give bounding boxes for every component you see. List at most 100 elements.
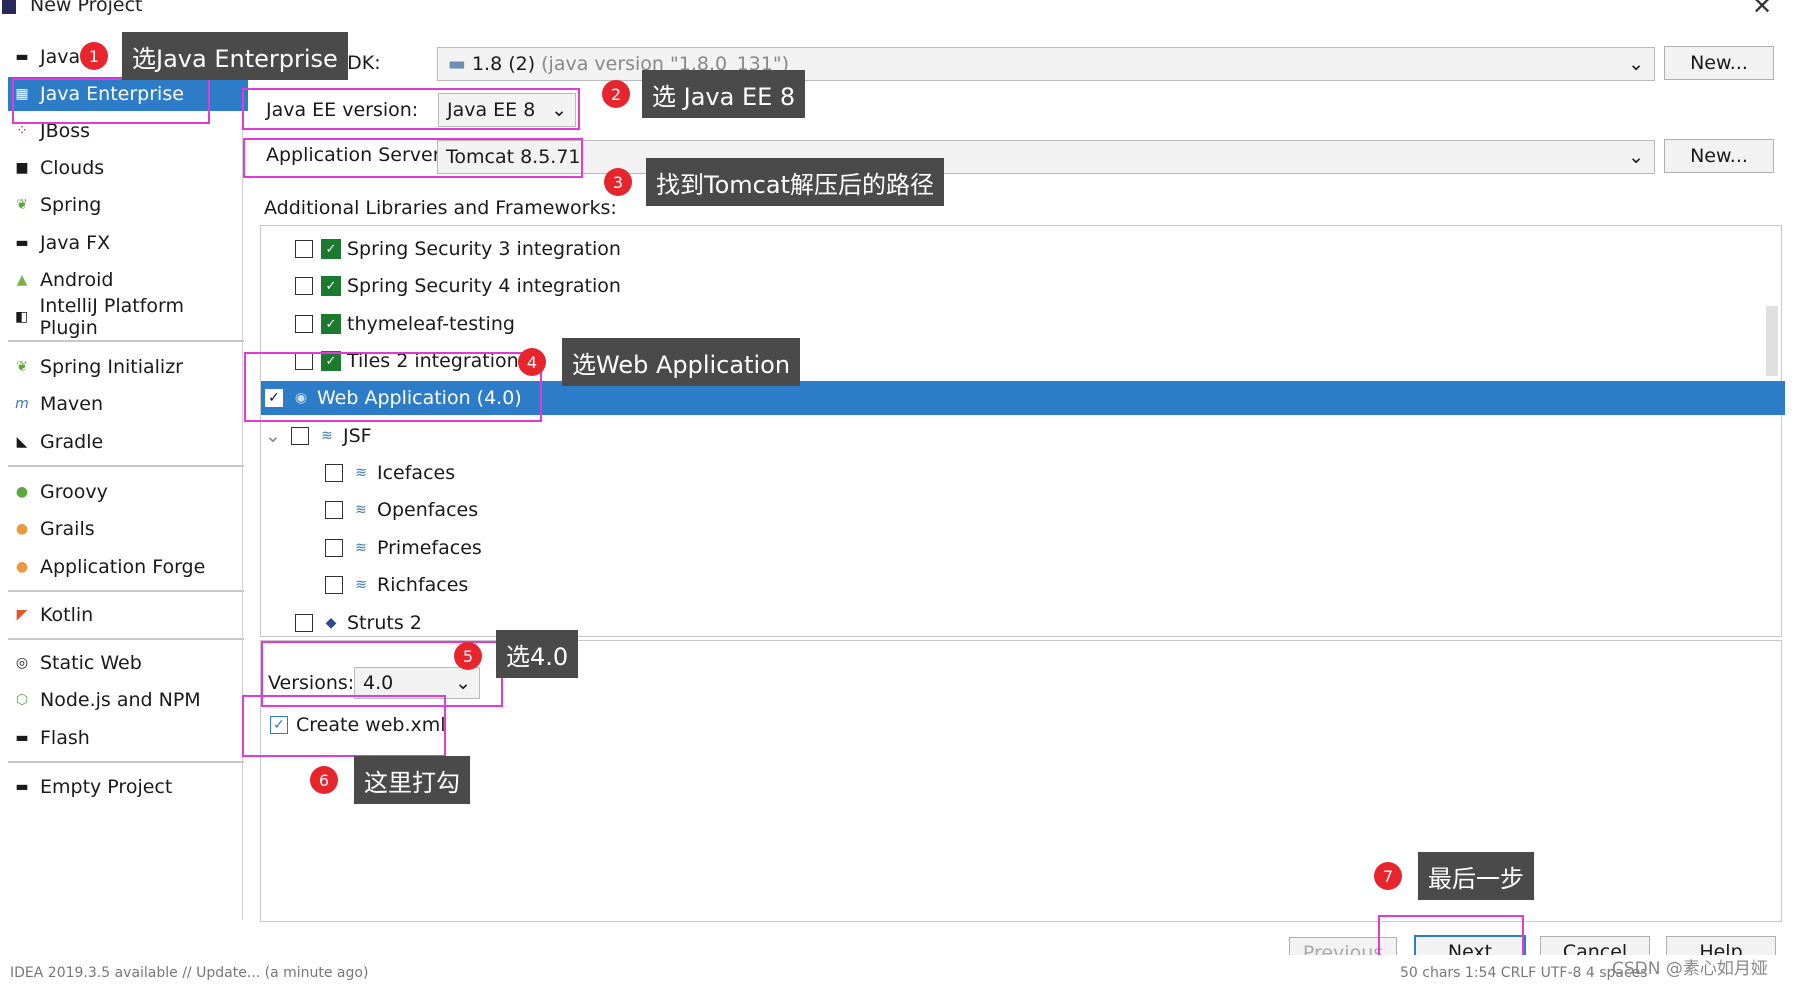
checkbox[interactable] (295, 277, 313, 295)
step-callout: 选4.0 (496, 630, 579, 678)
jsf-icon: ≋ (355, 502, 367, 518)
sidebar-item-application-forge[interactable]: ● Application Forge (12, 550, 244, 584)
sidebar-item-android[interactable]: ▲ Android (12, 263, 244, 297)
tree-item-spring-security-3[interactable]: ✓ Spring Security 3 integration (295, 232, 621, 266)
sidebar-item-grails[interactable]: ● Grails (12, 512, 244, 546)
folder-icon: ▬ (15, 49, 29, 65)
close-icon[interactable]: ✕ (1752, 0, 1772, 20)
intellij-logo-icon (2, 0, 16, 14)
sidebar-item-empty-project[interactable]: ▬ Empty Project (12, 770, 244, 804)
libraries-label: Additional Libraries and Frameworks: (264, 197, 617, 219)
sidebar-divider (8, 761, 244, 763)
tree-item-struts-2[interactable]: ◆ Struts 2 (295, 606, 422, 640)
step-callout: 最后一步 (1418, 852, 1534, 900)
project-type-sidebar: ▬ Java ▦ Java Enterprise ⁘ JBoss ■ Clouds ❦ S… (4, 40, 248, 920)
sidebar-item-clouds[interactable]: ■ Clouds (12, 151, 244, 185)
sidebar-item-intellij-plugin[interactable]: ◧ IntelliJ Platform Plugin (12, 295, 244, 339)
sidebar-item-groovy[interactable]: ● Groovy (12, 475, 244, 509)
step-badge: 1 (80, 42, 108, 70)
highlight-box (243, 138, 583, 178)
tree-item-richfaces[interactable]: ≋ Richfaces (325, 568, 468, 602)
spring-initializr-icon: ❦ (16, 359, 28, 375)
status-bar: IDEA 2019.3.5 available // Update... (a … (0, 955, 1798, 986)
groovy-icon: ● (15, 484, 29, 500)
highlight-box (242, 88, 580, 130)
status-right: 50 chars 1:54 CRLF UTF-8 4 spaces (1400, 965, 1648, 981)
struts-icon: ◆ (325, 615, 337, 631)
kotlin-icon: ◤ (16, 607, 28, 623)
sidebar-item-maven[interactable]: m Maven (12, 387, 244, 421)
sidebar-divider (8, 340, 244, 342)
step-callout: 找到Tomcat解压后的路径 (646, 158, 944, 206)
step-badge: 4 (518, 348, 546, 376)
folder-icon: ▬ (15, 779, 29, 795)
plugin-icon: ◧ (15, 309, 29, 325)
highlight-box (244, 352, 542, 422)
checkbox[interactable] (295, 614, 313, 632)
jsf-icon: ≋ (355, 540, 367, 556)
spring-check-icon: ✓ (321, 239, 341, 259)
app-server-new-button[interactable]: New... (1664, 139, 1774, 173)
spring-leaf-icon: ❦ (16, 197, 28, 213)
highlight-box (242, 695, 446, 757)
scrollbar[interactable] (1766, 306, 1778, 376)
folder-icon: ▬ (448, 53, 466, 75)
chevron-down-icon[interactable]: ⌄ (265, 425, 291, 447)
tree-item-icefaces[interactable]: ≋ Icefaces (325, 456, 455, 490)
gradle-icon: ◣ (16, 434, 28, 450)
sdk-dropdown[interactable]: ▬ 1.8 (2) (java version "1.8.0_131") ⌄ (437, 47, 1655, 81)
tree-item-spring-security-4[interactable]: ✓ Spring Security 4 integration (295, 269, 621, 303)
sidebar-item-kotlin[interactable]: ◤ Kotlin (12, 598, 244, 632)
chevron-down-icon: ⌄ (1628, 53, 1644, 75)
sidebar-item-static-web[interactable]: ◎ Static Web (12, 646, 244, 680)
checkbox[interactable] (325, 539, 343, 557)
sidebar-divider (8, 590, 244, 592)
sidebar-item-javafx[interactable]: ▬ Java FX (12, 226, 244, 260)
chevron-down-icon: ⌄ (1628, 146, 1644, 168)
sdk-new-button[interactable]: New... (1664, 46, 1774, 80)
sidebar-divider (8, 465, 244, 467)
step-callout: 选 Java EE 8 (642, 70, 806, 118)
sidebar-item-nodejs[interactable]: ⬡ Node.js and NPM (12, 683, 244, 717)
folder-icon: ▬ (15, 235, 29, 251)
step-callout: 选Web Application (562, 338, 801, 386)
status-left: IDEA 2019.3.5 available // Update... (a … (10, 965, 369, 981)
spring-check-icon: ✓ (321, 314, 341, 334)
step-badge: 2 (602, 80, 630, 108)
spring-check-icon: ✓ (321, 276, 341, 296)
tree-item-thymeleaf-testing[interactable]: ✓ thymeleaf-testing (295, 307, 515, 341)
step-badge: 7 (1374, 862, 1402, 890)
tree-item-primefaces[interactable]: ≋ Primefaces (325, 531, 482, 565)
globe-icon: ◎ (15, 655, 29, 671)
grails-icon: ● (15, 521, 29, 537)
sidebar-item-gradle[interactable]: ◣ Gradle (12, 425, 244, 459)
checkbox[interactable] (291, 427, 309, 445)
sidebar-divider (8, 638, 244, 640)
step-badge: 3 (604, 168, 632, 196)
highlight-box (12, 78, 210, 124)
sidebar-item-flash[interactable]: ▬ Flash (12, 721, 244, 755)
frameworks-tree: ✓ Spring Security 3 integration ✓ Spring S… (260, 225, 1785, 640)
sidebar-item-spring[interactable]: ❦ Spring (12, 188, 244, 222)
checkbox[interactable] (325, 501, 343, 519)
flash-icon: ▬ (15, 730, 29, 746)
window-title: New Project (30, 0, 143, 16)
sidebar-item-spring-initializr[interactable]: ❦ Spring Initializr (12, 350, 244, 384)
checkbox[interactable] (325, 464, 343, 482)
jsf-icon: ≋ (355, 465, 367, 481)
nodejs-icon: ⬡ (15, 692, 29, 708)
step-badge: 5 (454, 642, 482, 670)
tree-item-openfaces[interactable]: ≋ Openfaces (325, 493, 478, 527)
step-callout: 这里打勾 (354, 756, 470, 804)
android-icon: ▲ (16, 272, 28, 288)
jboss-icon: ⁘ (16, 123, 28, 139)
checkbox[interactable] (325, 576, 343, 594)
checkbox[interactable] (295, 240, 313, 258)
tree-item-jsf[interactable]: ⌄ ≋ JSF (265, 419, 372, 453)
step-callout: 选Java Enterprise (122, 32, 348, 80)
watermark: CSDN @素心如月娅 (1612, 959, 1768, 979)
jsf-icon: ≋ (355, 577, 367, 593)
checkbox[interactable] (295, 315, 313, 333)
title-bar: New Project ✕ (0, 0, 1798, 20)
maven-icon: m (15, 396, 29, 412)
